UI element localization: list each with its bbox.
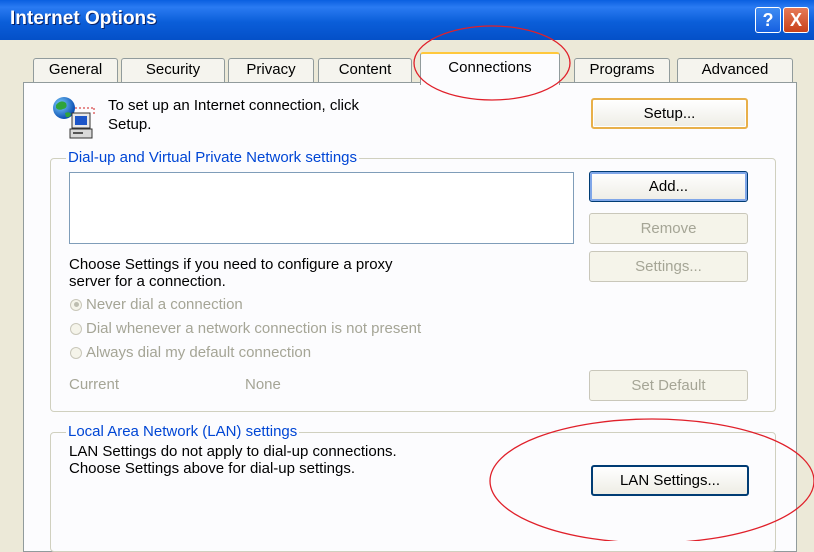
tab-privacy[interactable]: Privacy bbox=[228, 58, 314, 82]
proxy-description-line1: Choose Settings if you need to configure… bbox=[69, 256, 393, 273]
lan-settings-button[interactable]: LAN Settings... bbox=[591, 465, 749, 496]
tab-advanced[interactable]: Advanced bbox=[677, 58, 793, 82]
radio-always-dial-label: Always dial my default connection bbox=[86, 344, 312, 361]
help-button[interactable]: ? bbox=[755, 7, 781, 33]
radio-never-dial[interactable]: Never dial a connection bbox=[70, 296, 243, 313]
setup-description-line2: Setup. bbox=[108, 116, 152, 133]
remove-button[interactable]: Remove bbox=[589, 213, 748, 244]
current-value: None bbox=[245, 376, 281, 393]
tab-content[interactable]: Content bbox=[318, 58, 412, 82]
setup-description-line1: To set up an Internet connection, click bbox=[108, 97, 359, 114]
close-button[interactable]: X bbox=[783, 7, 809, 33]
current-label: Current bbox=[69, 376, 120, 393]
dialup-settings-button[interactable]: Settings... bbox=[589, 251, 748, 282]
network-computer-globe-icon bbox=[50, 96, 102, 142]
radio-dial-whenever-label: Dial whenever a network connection is no… bbox=[86, 320, 422, 337]
question-icon: ? bbox=[762, 9, 774, 30]
tab-security[interactable]: Security bbox=[121, 58, 225, 82]
radio-never-dial-label: Never dial a connection bbox=[86, 296, 243, 313]
radio-selected-indicator bbox=[70, 298, 82, 311]
setup-button[interactable]: Setup... bbox=[591, 98, 748, 129]
radio-always-dial[interactable]: Always dial my default connection bbox=[70, 344, 311, 361]
radio-indicator bbox=[70, 322, 82, 335]
radio-dial-whenever[interactable]: Dial whenever a network connection is no… bbox=[70, 320, 421, 337]
proxy-description-line2: server for a connection. bbox=[69, 273, 226, 290]
tab-connections[interactable]: Connections bbox=[420, 52, 560, 85]
lan-description-line2: Choose Settings above for dial-up settin… bbox=[69, 460, 356, 477]
add-button[interactable]: Add... bbox=[589, 171, 748, 202]
connections-listbox[interactable] bbox=[69, 172, 574, 244]
tab-programs[interactable]: Programs bbox=[574, 58, 670, 82]
lan-group-title: Local Area Network (LAN) settings bbox=[66, 423, 300, 440]
window-title: Internet Options bbox=[10, 8, 157, 29]
lan-description-line1: LAN Settings do not apply to dial-up con… bbox=[69, 443, 397, 460]
close-icon: X bbox=[789, 9, 802, 30]
dialup-group-title: Dial-up and Virtual Private Network sett… bbox=[66, 149, 360, 166]
tab-general[interactable]: General bbox=[33, 58, 118, 82]
set-default-button[interactable]: Set Default bbox=[589, 370, 748, 401]
radio-indicator bbox=[70, 346, 82, 359]
